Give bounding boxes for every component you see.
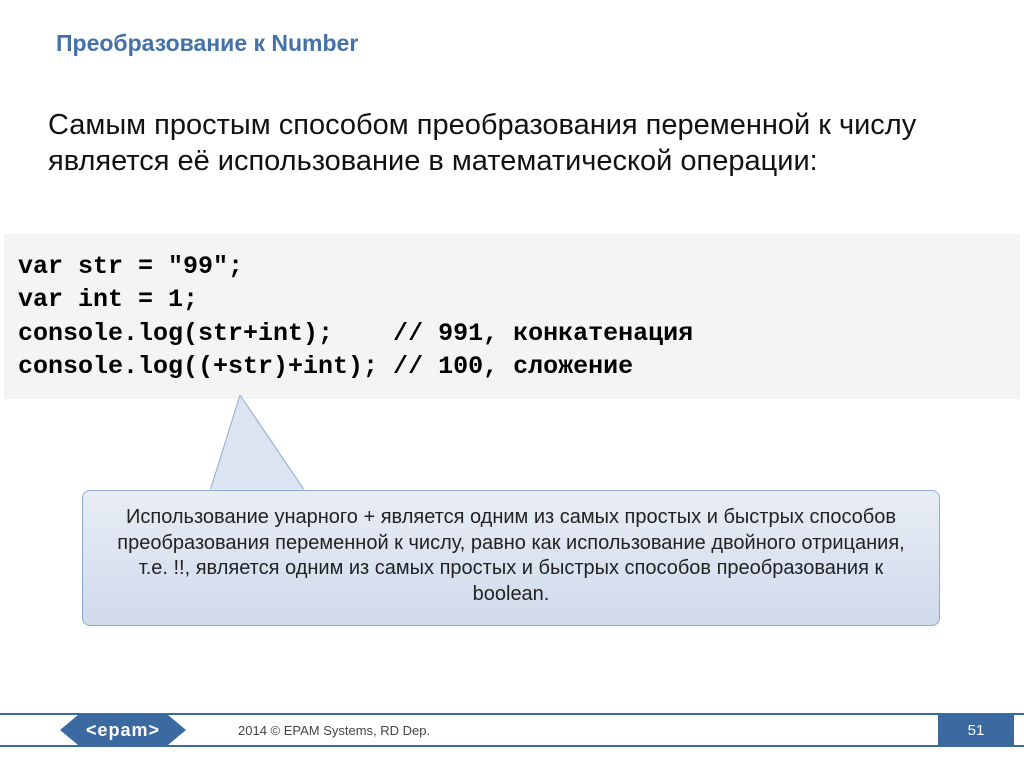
code-block: var str = "99"; var int = 1; console.log… bbox=[4, 234, 1020, 399]
slide: Преобразование к Number Самым простым сп… bbox=[0, 0, 1024, 767]
code-line: var str = "99"; bbox=[18, 252, 243, 281]
callout-pointer-icon bbox=[210, 395, 330, 505]
page-number: 51 bbox=[938, 715, 1014, 745]
footer: <epam> 2014 © EPAM Systems, RD Dep. 51 bbox=[0, 713, 1024, 747]
callout-box: Использование унарного + является одним … bbox=[82, 490, 940, 626]
slide-body-text: Самым простым способом преобразования пе… bbox=[48, 108, 958, 179]
code-line: console.log((+str)+int); // 100, сложени… bbox=[18, 352, 633, 381]
epam-logo: <epam> bbox=[78, 715, 168, 745]
logo-text: <epam> bbox=[86, 720, 160, 741]
slide-title: Преобразование к Number bbox=[56, 30, 358, 57]
code-line: console.log(str+int); // 991, конкатенац… bbox=[18, 319, 693, 348]
copyright-text: 2014 © EPAM Systems, RD Dep. bbox=[238, 713, 430, 747]
callout: Использование унарного + является одним … bbox=[82, 395, 942, 660]
divider bbox=[0, 745, 1024, 747]
code-line: var int = 1; bbox=[18, 285, 198, 314]
